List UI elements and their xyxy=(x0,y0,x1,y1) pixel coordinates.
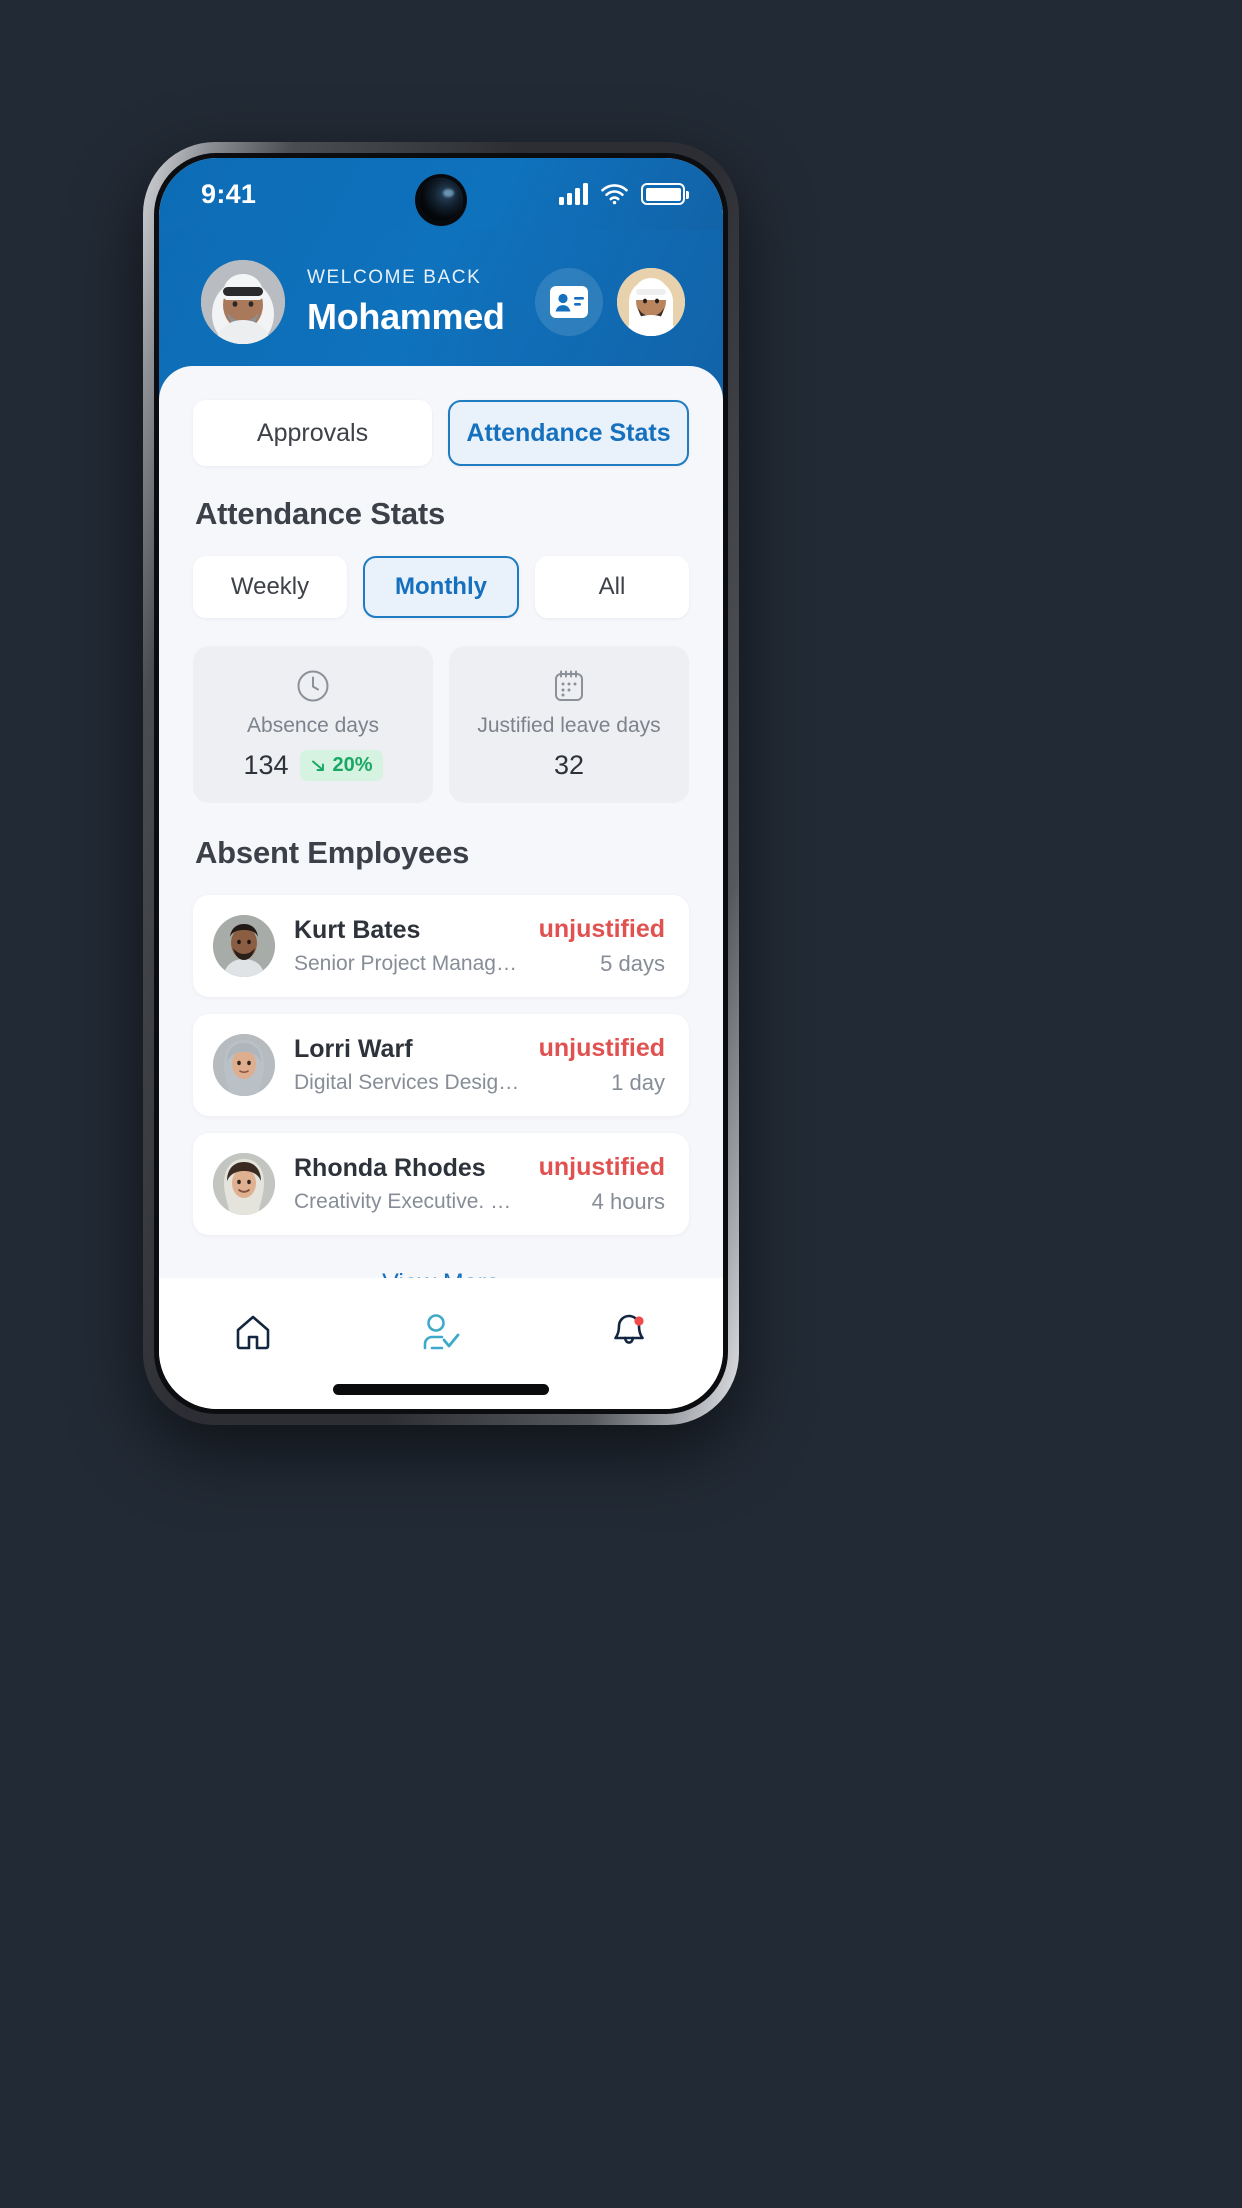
wifi-icon xyxy=(601,183,628,204)
nav-attendance[interactable] xyxy=(347,1300,535,1364)
signal-bars-icon xyxy=(559,183,588,205)
welcome-block: WELCOME BACK Mohammed xyxy=(307,267,513,338)
absence-duration: 1 day xyxy=(611,1070,665,1095)
employee-role: Senior Project Manager. CHC Dept xyxy=(294,952,520,975)
header-row: WELCOME BACK Mohammed xyxy=(159,230,723,344)
id-card-icon xyxy=(550,286,588,318)
filter-pills: Weekly Monthly All xyxy=(193,556,689,618)
stat-label: Justified leave days xyxy=(477,714,661,737)
profile-avatar-icon xyxy=(617,268,685,336)
table-row[interactable]: Rhonda Rhodes Creativity Executive. CHC … xyxy=(193,1133,689,1235)
profile-avatar-button[interactable] xyxy=(617,268,685,336)
trend-value: 20% xyxy=(332,754,373,776)
stat-value-row: 32 xyxy=(459,750,679,781)
status-bar-container: 9:41 xyxy=(159,158,723,230)
status-badge: unjustified xyxy=(538,915,665,943)
battery-full-icon xyxy=(641,183,689,205)
bell-icon xyxy=(614,1314,644,1344)
employee-name: Rhonda Rhodes xyxy=(294,1154,486,1182)
status-bar-icons xyxy=(559,183,689,205)
user-avatar-photo[interactable] xyxy=(201,260,285,344)
welcome-label: WELCOME BACK xyxy=(307,266,482,288)
filter-all[interactable]: All xyxy=(535,556,689,618)
stat-label: Absence days xyxy=(247,714,379,737)
clock-icon xyxy=(203,666,423,706)
employee-info: Rhonda Rhodes Creativity Executive. CHC … xyxy=(294,1154,520,1214)
status-bar-time: 9:41 xyxy=(201,178,257,209)
stat-value: 32 xyxy=(553,750,585,780)
view-more-link[interactable]: View More xyxy=(382,1269,500,1278)
absence-duration: 5 days xyxy=(600,951,665,976)
trend-badge: 20% xyxy=(299,750,383,781)
status-badge: unjustified xyxy=(538,1153,665,1181)
content-sheet: Approvals Attendance Stats Attendance St… xyxy=(159,366,723,1278)
employee-status-block: unjustified 4 hours xyxy=(539,1153,665,1215)
table-row[interactable]: Lorri Warf Digital Services Designer. CH… xyxy=(193,1014,689,1116)
nav-home[interactable] xyxy=(159,1300,347,1364)
employee-name: Kurt Bates xyxy=(294,916,421,944)
stat-card-absence-days[interactable]: Absence days 134 20% xyxy=(193,646,433,803)
notification-badge-dot xyxy=(634,1316,644,1326)
view-more-container: View More xyxy=(193,1235,689,1278)
avatar xyxy=(213,915,275,977)
employee-name: Lorri Warf xyxy=(294,1035,413,1063)
table-row[interactable]: Kurt Bates Senior Project Manager. CHC D… xyxy=(193,895,689,997)
header-actions xyxy=(535,268,685,336)
calendar-icon xyxy=(459,666,679,706)
nav-items xyxy=(159,1300,723,1364)
phone-bezel: 9:41 WELCOME BACK Mohammed Approvals Att… xyxy=(154,153,728,1414)
avatar xyxy=(213,1153,275,1215)
employee-role: Creativity Executive. CHC Dept xyxy=(294,1190,520,1213)
user-check-icon xyxy=(423,1314,460,1350)
nav-notifications[interactable] xyxy=(535,1300,723,1364)
user-name: Mohammed xyxy=(307,295,505,337)
employee-info: Kurt Bates Senior Project Manager. CHC D… xyxy=(294,916,520,976)
avatar xyxy=(213,1034,275,1096)
status-badge: unjustified xyxy=(538,1034,665,1062)
filter-monthly[interactable]: Monthly xyxy=(363,556,519,618)
tab-bar: Approvals Attendance Stats xyxy=(193,400,689,466)
id-card-button[interactable] xyxy=(535,268,603,336)
front-camera-icon xyxy=(419,178,463,222)
tab-approvals[interactable]: Approvals xyxy=(193,400,432,466)
employee-status-block: unjustified 1 day xyxy=(539,1034,665,1096)
absent-employees-title: Absent Employees xyxy=(195,835,470,870)
employee-role: Digital Services Designer. CHC Dept xyxy=(294,1071,520,1094)
absent-employees-list: Kurt Bates Senior Project Manager. CHC D… xyxy=(193,895,689,1235)
filter-weekly[interactable]: Weekly xyxy=(193,556,347,618)
tab-attendance-stats[interactable]: Attendance Stats xyxy=(448,400,689,466)
employee-info: Lorri Warf Digital Services Designer. CH… xyxy=(294,1035,520,1095)
absence-duration: 4 hours xyxy=(591,1189,665,1214)
phone-frame: 9:41 WELCOME BACK Mohammed Approvals Att… xyxy=(143,142,739,1425)
home-indicator[interactable] xyxy=(333,1384,549,1395)
stat-card-justified-leave-days[interactable]: Justified leave days 32 xyxy=(449,646,689,803)
stat-cards: Absence days 134 20% Justified leave day… xyxy=(193,646,689,803)
stat-value-row: 134 20% xyxy=(203,750,423,781)
stat-value: 134 xyxy=(243,750,289,780)
phone-screen: 9:41 WELCOME BACK Mohammed Approvals Att… xyxy=(159,158,723,1409)
arrow-down-right-icon xyxy=(311,760,324,771)
status-bar: 9:41 xyxy=(159,158,723,230)
bottom-navigation xyxy=(159,1278,723,1409)
page-title: Attendance Stats xyxy=(195,496,446,531)
home-icon xyxy=(236,1315,270,1350)
screenshot-canvas: 9:41 WELCOME BACK Mohammed Approvals Att… xyxy=(0,0,1242,2208)
employee-status-block: unjustified 5 days xyxy=(539,915,665,977)
